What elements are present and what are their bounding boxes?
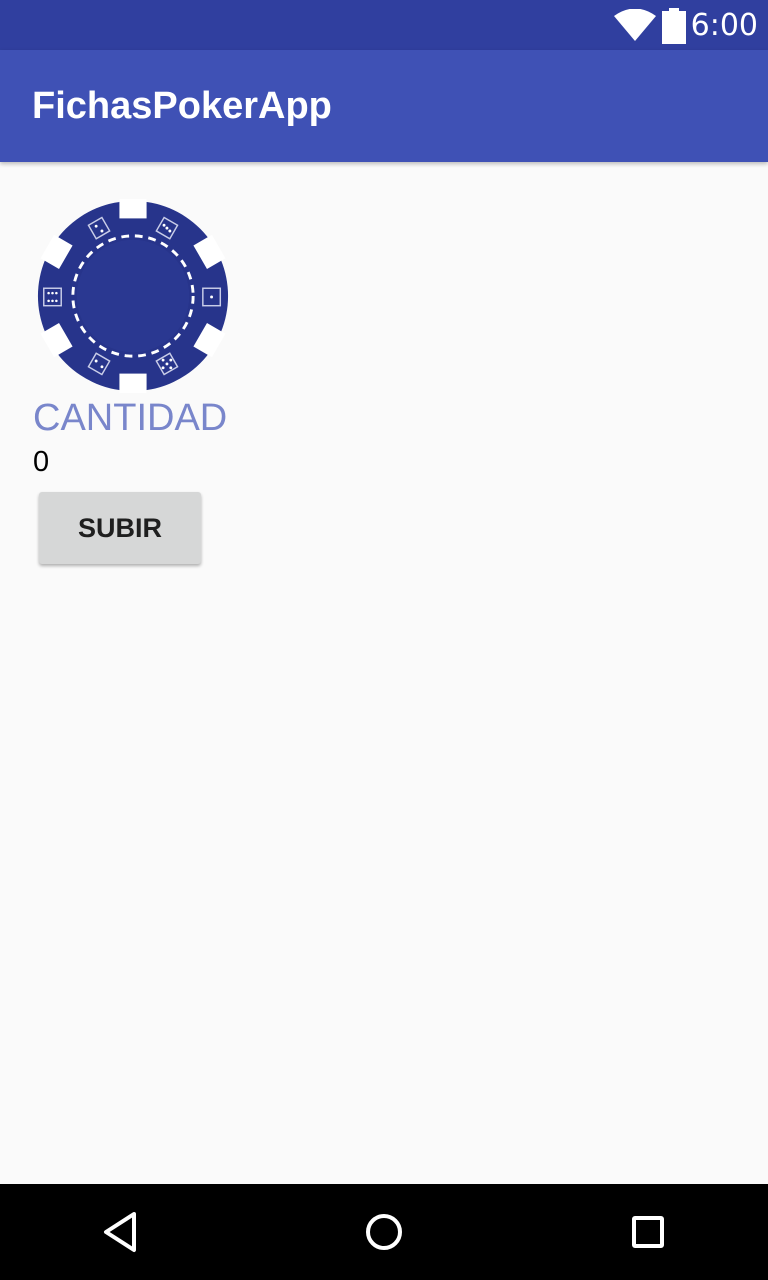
- status-bar: 6:00: [0, 0, 768, 50]
- app-bar: FichasPokerApp: [0, 50, 768, 162]
- recents-icon[interactable]: [620, 1204, 676, 1260]
- poker-chip-icon: [37, 199, 229, 393]
- home-icon[interactable]: [356, 1204, 412, 1260]
- status-time: 6:00: [690, 8, 758, 43]
- raise-button[interactable]: SUBIR: [39, 492, 201, 564]
- quantity-value: 0: [33, 446, 50, 478]
- navigation-bar: [0, 1184, 768, 1280]
- app-title: FichasPokerApp: [32, 85, 332, 127]
- battery-icon: [662, 8, 686, 44]
- quantity-label: CANTIDAD: [33, 397, 228, 439]
- wifi-icon: [614, 9, 656, 41]
- back-icon[interactable]: [92, 1204, 148, 1260]
- main-content: CANTIDAD 0 SUBIR: [0, 162, 768, 1184]
